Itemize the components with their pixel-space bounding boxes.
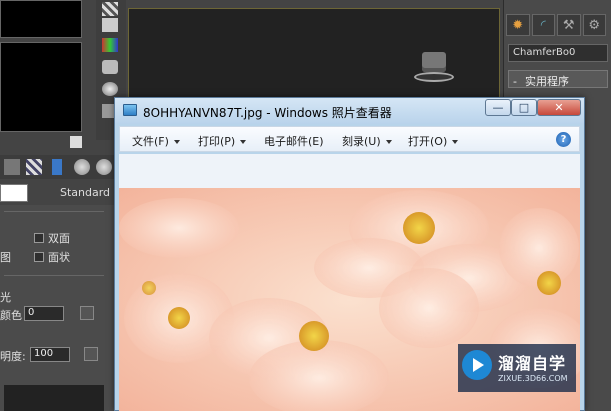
opacity-swatch[interactable] bbox=[84, 347, 98, 361]
title-bar[interactable]: 8OHHYANVN87T.jpg - Windows 照片查看器 — □ ✕ bbox=[115, 98, 584, 124]
select-icon[interactable] bbox=[52, 159, 62, 175]
menu-open[interactable]: 打开(O) bbox=[408, 133, 459, 149]
viewer-toolbar-strip bbox=[119, 154, 580, 188]
chevron-down-icon bbox=[173, 140, 180, 144]
object-name-field[interactable]: ChamferBo0 bbox=[508, 44, 608, 62]
checker-icon[interactable] bbox=[102, 2, 118, 16]
material-slot-1[interactable] bbox=[0, 0, 82, 38]
parent-icon[interactable] bbox=[74, 159, 90, 175]
two-sided-label: 双面 bbox=[48, 232, 70, 245]
color-icon[interactable] bbox=[102, 38, 118, 52]
help-icon[interactable]: ? bbox=[556, 132, 571, 147]
photo-viewer-icon bbox=[123, 104, 137, 116]
menu-print[interactable]: 打印(P) bbox=[198, 133, 247, 149]
material-type-row: Standard bbox=[0, 182, 118, 204]
material-slot-2[interactable] bbox=[0, 42, 82, 132]
specular-preview bbox=[4, 385, 104, 411]
faceted-checkbox[interactable] bbox=[34, 252, 44, 262]
sphere-icon[interactable] bbox=[102, 82, 118, 96]
material-toolbar bbox=[0, 155, 118, 179]
material-icon[interactable] bbox=[102, 60, 118, 74]
rollout-title: 实用程序 bbox=[524, 75, 569, 88]
menu-burn[interactable]: 刻录(U) bbox=[342, 133, 392, 149]
cut-label: 图 bbox=[0, 251, 11, 264]
close-button[interactable]: ✕ bbox=[537, 99, 581, 116]
watermark-url: ZIXUE.3D66.COM bbox=[498, 374, 568, 383]
show-map-icon[interactable] bbox=[26, 159, 42, 175]
watermark-text: 溜溜自学 bbox=[498, 354, 567, 373]
self-illum-title: 光 bbox=[0, 291, 11, 304]
backlight-icon[interactable] bbox=[102, 18, 118, 32]
menu-email[interactable]: 电子邮件(E) bbox=[264, 133, 324, 149]
put-material-icon[interactable] bbox=[4, 159, 20, 175]
color-label: 颜色 bbox=[0, 309, 22, 322]
wrench-icon[interactable]: ⚒ bbox=[557, 14, 581, 36]
command-tabs: ✹ ◜ ⚒ ⚙ bbox=[506, 14, 606, 38]
menu-open-label: 打开(O) bbox=[408, 135, 448, 148]
opacity-label: 明度: bbox=[0, 350, 26, 363]
menu-email-label: 电子邮件(E) bbox=[264, 135, 324, 148]
menu-burn-label: 刻录(U) bbox=[342, 135, 381, 148]
menu-print-label: 打印(P) bbox=[198, 135, 236, 148]
chevron-down-icon bbox=[240, 140, 247, 144]
teapot-icon bbox=[414, 52, 454, 84]
material-name-field[interactable] bbox=[0, 184, 28, 202]
watermark: 溜溜自学 ZIXUE.3D66.COM bbox=[458, 344, 576, 392]
sibling-icon[interactable] bbox=[96, 159, 112, 175]
arc-icon[interactable]: ◜ bbox=[531, 14, 555, 36]
sun-icon[interactable]: ✹ bbox=[506, 14, 530, 36]
faceted-label: 面状 bbox=[48, 251, 70, 264]
menu-file-label: 文件(F) bbox=[132, 135, 169, 148]
color-swatch[interactable] bbox=[80, 306, 94, 320]
chevron-down-icon bbox=[385, 140, 392, 144]
menu-file[interactable]: 文件(F) bbox=[132, 133, 180, 149]
minimize-button[interactable]: — bbox=[485, 99, 511, 116]
material-params: 双面 图 面状 光 颜色 0 明度: 100 bbox=[0, 205, 118, 411]
menu-bar: 文件(F) 打印(P) 电子邮件(E) 刻录(U) 打开(O) ? bbox=[119, 126, 580, 152]
utility-rollout[interactable]: - 实用程序 bbox=[508, 70, 608, 88]
material-type-button[interactable]: Standard bbox=[60, 186, 110, 199]
play-logo-icon bbox=[462, 350, 492, 380]
maximize-button[interactable]: □ bbox=[511, 99, 537, 116]
chevron-down-icon bbox=[452, 140, 459, 144]
expand-arrow-icon[interactable] bbox=[70, 136, 82, 148]
color-spinner[interactable]: 0 bbox=[24, 306, 64, 321]
two-sided-checkbox[interactable] bbox=[34, 233, 44, 243]
window-title: 8OHHYANVN87T.jpg - Windows 照片查看器 bbox=[143, 106, 392, 120]
opacity-spinner[interactable]: 100 bbox=[30, 347, 70, 362]
utility-icon[interactable]: ⚙ bbox=[582, 14, 606, 36]
